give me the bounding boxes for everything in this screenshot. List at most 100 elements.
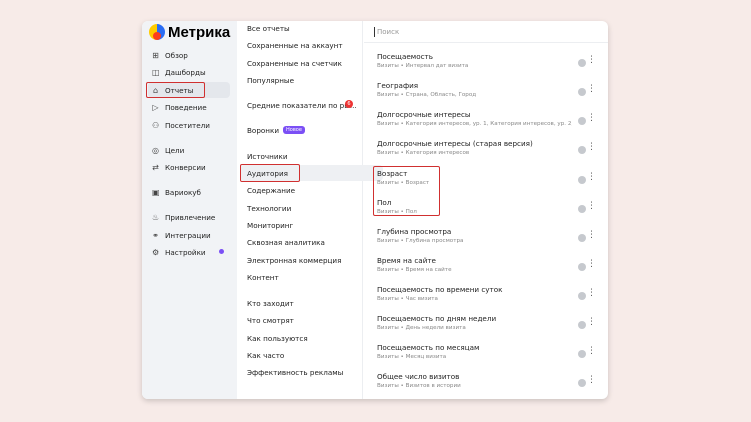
menu-item-label: Сквозная аналитика xyxy=(247,237,325,247)
sidebar-item-settings[interactable]: ⚙ Настройки xyxy=(148,244,230,260)
sidebar-item-behavior[interactable]: ▷ Поведение xyxy=(148,99,230,115)
reports-list: Поиск Посещаемость Визиты • Интервал дат… xyxy=(364,21,608,399)
menu-item-ecommerce[interactable]: Электронная коммерция xyxy=(240,252,358,268)
more-options-icon[interactable]: ⋮ xyxy=(587,143,596,152)
report-subtitle: Визиты • Час визита xyxy=(377,296,438,302)
report-title: Посещаемость по дням недели xyxy=(377,314,497,323)
report-row[interactable]: Глубина просмотра Визиты • Глубина просм… xyxy=(377,227,599,251)
menu-item-label: Технологии xyxy=(247,203,292,213)
report-subtitle: Визиты • Страна, Область, Город xyxy=(377,92,477,98)
report-row[interactable]: Время на сайте Визиты • Время на сайте ⋮ xyxy=(377,256,599,280)
report-subtitle: Визиты • Визитов в истории xyxy=(377,383,461,389)
play-icon: ▷ xyxy=(152,102,159,112)
menu-item-market-averages[interactable]: Средние показатели по ры... 6 xyxy=(240,97,358,113)
sidebar-item-dashboards[interactable]: ◫ Дашборды xyxy=(148,64,230,80)
menu-item-content[interactable]: Содержание xyxy=(240,182,358,198)
menu-item-end-to-end[interactable]: Сквозная аналитика xyxy=(240,234,358,250)
new-badge: Новое xyxy=(283,126,305,134)
sidebar-item-acquisition[interactable]: ♨ Привлечение xyxy=(148,209,230,225)
sidebar: Метрика ⊞ Обзор ◫ Дашборды ⌂ Отчеты ▷ По… xyxy=(142,21,237,399)
more-options-icon[interactable]: ⋮ xyxy=(587,347,596,356)
more-options-icon[interactable]: ⋮ xyxy=(587,376,596,385)
more-options-icon[interactable]: ⋮ xyxy=(587,173,596,182)
menu-item-who-visits[interactable]: Кто заходит xyxy=(240,295,358,311)
sidebar-item-goals[interactable]: ◎ Цели xyxy=(148,142,230,158)
menu-item-label: Кто заходит xyxy=(247,298,294,308)
report-icon xyxy=(578,263,586,271)
menu-item-label: Как часто xyxy=(247,350,285,360)
more-options-icon[interactable]: ⋮ xyxy=(587,260,596,269)
menu-item-how-they-use[interactable]: Как пользуются xyxy=(240,330,358,346)
sidebar-item-label: Поведение xyxy=(165,102,207,112)
report-row[interactable]: Посещаемость Визиты • Интервал дат визит… xyxy=(377,52,599,76)
more-options-icon[interactable]: ⋮ xyxy=(587,318,596,327)
more-options-icon[interactable]: ⋮ xyxy=(587,202,596,211)
metrika-logo[interactable]: Метрика xyxy=(149,23,230,41)
more-options-icon[interactable]: ⋮ xyxy=(587,56,596,65)
menu-item-sources[interactable]: Источники xyxy=(240,148,358,164)
menu-item-label: Что смотрят xyxy=(247,315,294,325)
text-caret xyxy=(374,26,375,37)
menu-item-content-analytics[interactable]: Контент xyxy=(240,269,358,285)
menu-item-label: Контент xyxy=(247,272,279,282)
report-title: Посещаемость по времени суток xyxy=(377,285,503,294)
dashboard-icon: ◫ xyxy=(152,67,160,77)
menu-item-label: Сохраненные на аккаунт xyxy=(247,40,343,50)
menu-item-how-often[interactable]: Как часто xyxy=(240,347,358,363)
more-options-icon[interactable]: ⋮ xyxy=(587,114,596,123)
menu-item-saved-account[interactable]: Сохраненные на аккаунт xyxy=(240,37,358,53)
sidebar-item-label: Интеграции xyxy=(165,230,211,240)
report-subtitle: Визиты • Категория интересов xyxy=(377,150,470,156)
menu-item-all-reports[interactable]: Все отчеты xyxy=(240,21,358,36)
report-row[interactable]: Посещаемость по времени суток Визиты • Ч… xyxy=(377,285,599,309)
sidebar-item-variocube[interactable]: ▣ Вариокуб xyxy=(148,184,230,200)
more-options-icon[interactable]: ⋮ xyxy=(587,231,596,240)
report-title: Посещаемость xyxy=(377,52,433,61)
link-icon: ⚭ xyxy=(152,230,159,240)
report-row[interactable]: География Визиты • Страна, Область, Горо… xyxy=(377,81,599,105)
report-title: Долгосрочные интересы xyxy=(377,110,471,119)
conversion-icon: ⇄ xyxy=(152,162,159,172)
sidebar-item-conversions[interactable]: ⇄ Конверсии xyxy=(148,159,230,175)
menu-item-funnels[interactable]: Воронки Новое xyxy=(240,122,358,138)
report-row[interactable]: Посещаемость по месяцам Визиты • Месяц в… xyxy=(377,343,599,367)
report-title: Глубина просмотра xyxy=(377,227,452,236)
person-icon: ⚇ xyxy=(152,120,160,130)
menu-item-what-they-view[interactable]: Что смотрят xyxy=(240,312,358,328)
report-icon xyxy=(578,146,586,154)
sidebar-item-label: Привлечение xyxy=(165,212,216,222)
report-icon xyxy=(578,379,586,387)
report-icon xyxy=(578,205,586,213)
menu-item-label: Воронки xyxy=(247,125,279,135)
report-row[interactable]: Долгосрочные интересы Визиты • Категория… xyxy=(377,110,599,134)
sidebar-item-label: Дашборды xyxy=(165,67,206,77)
sidebar-item-integrations[interactable]: ⚭ Интеграции xyxy=(148,227,230,243)
report-icon xyxy=(578,176,586,184)
report-row[interactable]: Посещаемость по дням недели Визиты • Ден… xyxy=(377,314,599,338)
report-icon xyxy=(578,350,586,358)
report-title: Долгосрочные интересы (старая версия) xyxy=(377,139,533,148)
menu-item-label: Источники xyxy=(247,151,288,161)
search-input[interactable]: Поиск xyxy=(364,21,608,43)
report-icon xyxy=(578,321,586,329)
menu-item-ad-efficiency[interactable]: Эффективность рекламы xyxy=(240,364,358,380)
more-options-icon[interactable]: ⋮ xyxy=(587,85,596,94)
menu-item-popular[interactable]: Популярные xyxy=(240,72,358,88)
menu-item-label: Все отчеты xyxy=(247,23,290,33)
menu-item-monitoring[interactable]: Мониторинг xyxy=(240,217,358,233)
report-row[interactable]: Общее число визитов Визиты • Визитов в и… xyxy=(377,372,599,396)
grid-icon: ⊞ xyxy=(152,50,159,60)
cube-icon: ▣ xyxy=(152,187,160,197)
report-subtitle: Визиты • Категория интересов, ур. 1, Кат… xyxy=(377,121,572,127)
search-placeholder: Поиск xyxy=(377,27,400,36)
report-icon xyxy=(578,234,586,242)
menu-item-saved-counter[interactable]: Сохраненные на счетчик xyxy=(240,55,358,71)
sidebar-item-visitors[interactable]: ⚇ Посетители xyxy=(148,117,230,133)
sidebar-item-overview[interactable]: ⊞ Обзор xyxy=(148,47,230,63)
more-options-icon[interactable]: ⋮ xyxy=(587,289,596,298)
menu-item-technologies[interactable]: Технологии xyxy=(240,200,358,216)
report-row[interactable]: Долгосрочные интересы (старая версия) Ви… xyxy=(377,139,599,163)
menu-item-label: Средние показатели по ры... xyxy=(247,100,357,110)
settings-notification-dot xyxy=(219,249,224,254)
metrika-window: Метрика ⊞ Обзор ◫ Дашборды ⌂ Отчеты ▷ По… xyxy=(142,21,608,399)
